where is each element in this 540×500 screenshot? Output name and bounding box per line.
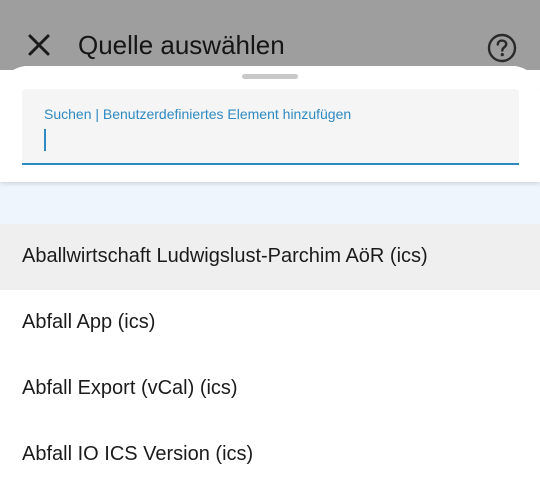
search-area: Suchen | Benutzerdefiniertes Element hin…	[0, 66, 540, 182]
list-item-label: Abfall Export (vCal) (ics)	[22, 377, 238, 399]
list-item-label: Abfall App (ics)	[22, 311, 156, 333]
drag-handle[interactable]	[242, 74, 298, 79]
close-button[interactable]	[24, 30, 54, 60]
list-item[interactable]: Abfall App (ics)	[0, 290, 540, 356]
bottom-sheet: Aballwirtschaft Ludwigslust-Parchim AöR …	[0, 66, 540, 500]
close-icon	[28, 34, 50, 56]
source-list: Aballwirtschaft Ludwigslust-Parchim AöR …	[0, 182, 540, 488]
search-input[interactable]	[43, 127, 493, 153]
page-title: Quelle auswählen	[78, 30, 285, 60]
help-circle-icon	[487, 33, 517, 63]
list-spacer	[0, 182, 540, 224]
list-item[interactable]: Aballwirtschaft Ludwigslust-Parchim AöR …	[0, 224, 540, 290]
list-item[interactable]: Abfall Export (vCal) (ics)	[0, 356, 540, 422]
text-cursor	[44, 129, 46, 151]
list-item[interactable]: Abfall IO ICS Version (ics)	[0, 422, 540, 488]
dialog-header: Quelle auswählen	[0, 0, 540, 70]
list-item-label: Aballwirtschaft Ludwigslust-Parchim AöR …	[22, 245, 428, 267]
list-item-label: Abfall IO ICS Version (ics)	[22, 443, 254, 465]
help-button[interactable]	[486, 32, 518, 64]
search-label: Suchen | Benutzerdefiniertes Element hin…	[44, 106, 352, 122]
search-field[interactable]: Suchen | Benutzerdefiniertes Element hin…	[22, 89, 519, 165]
